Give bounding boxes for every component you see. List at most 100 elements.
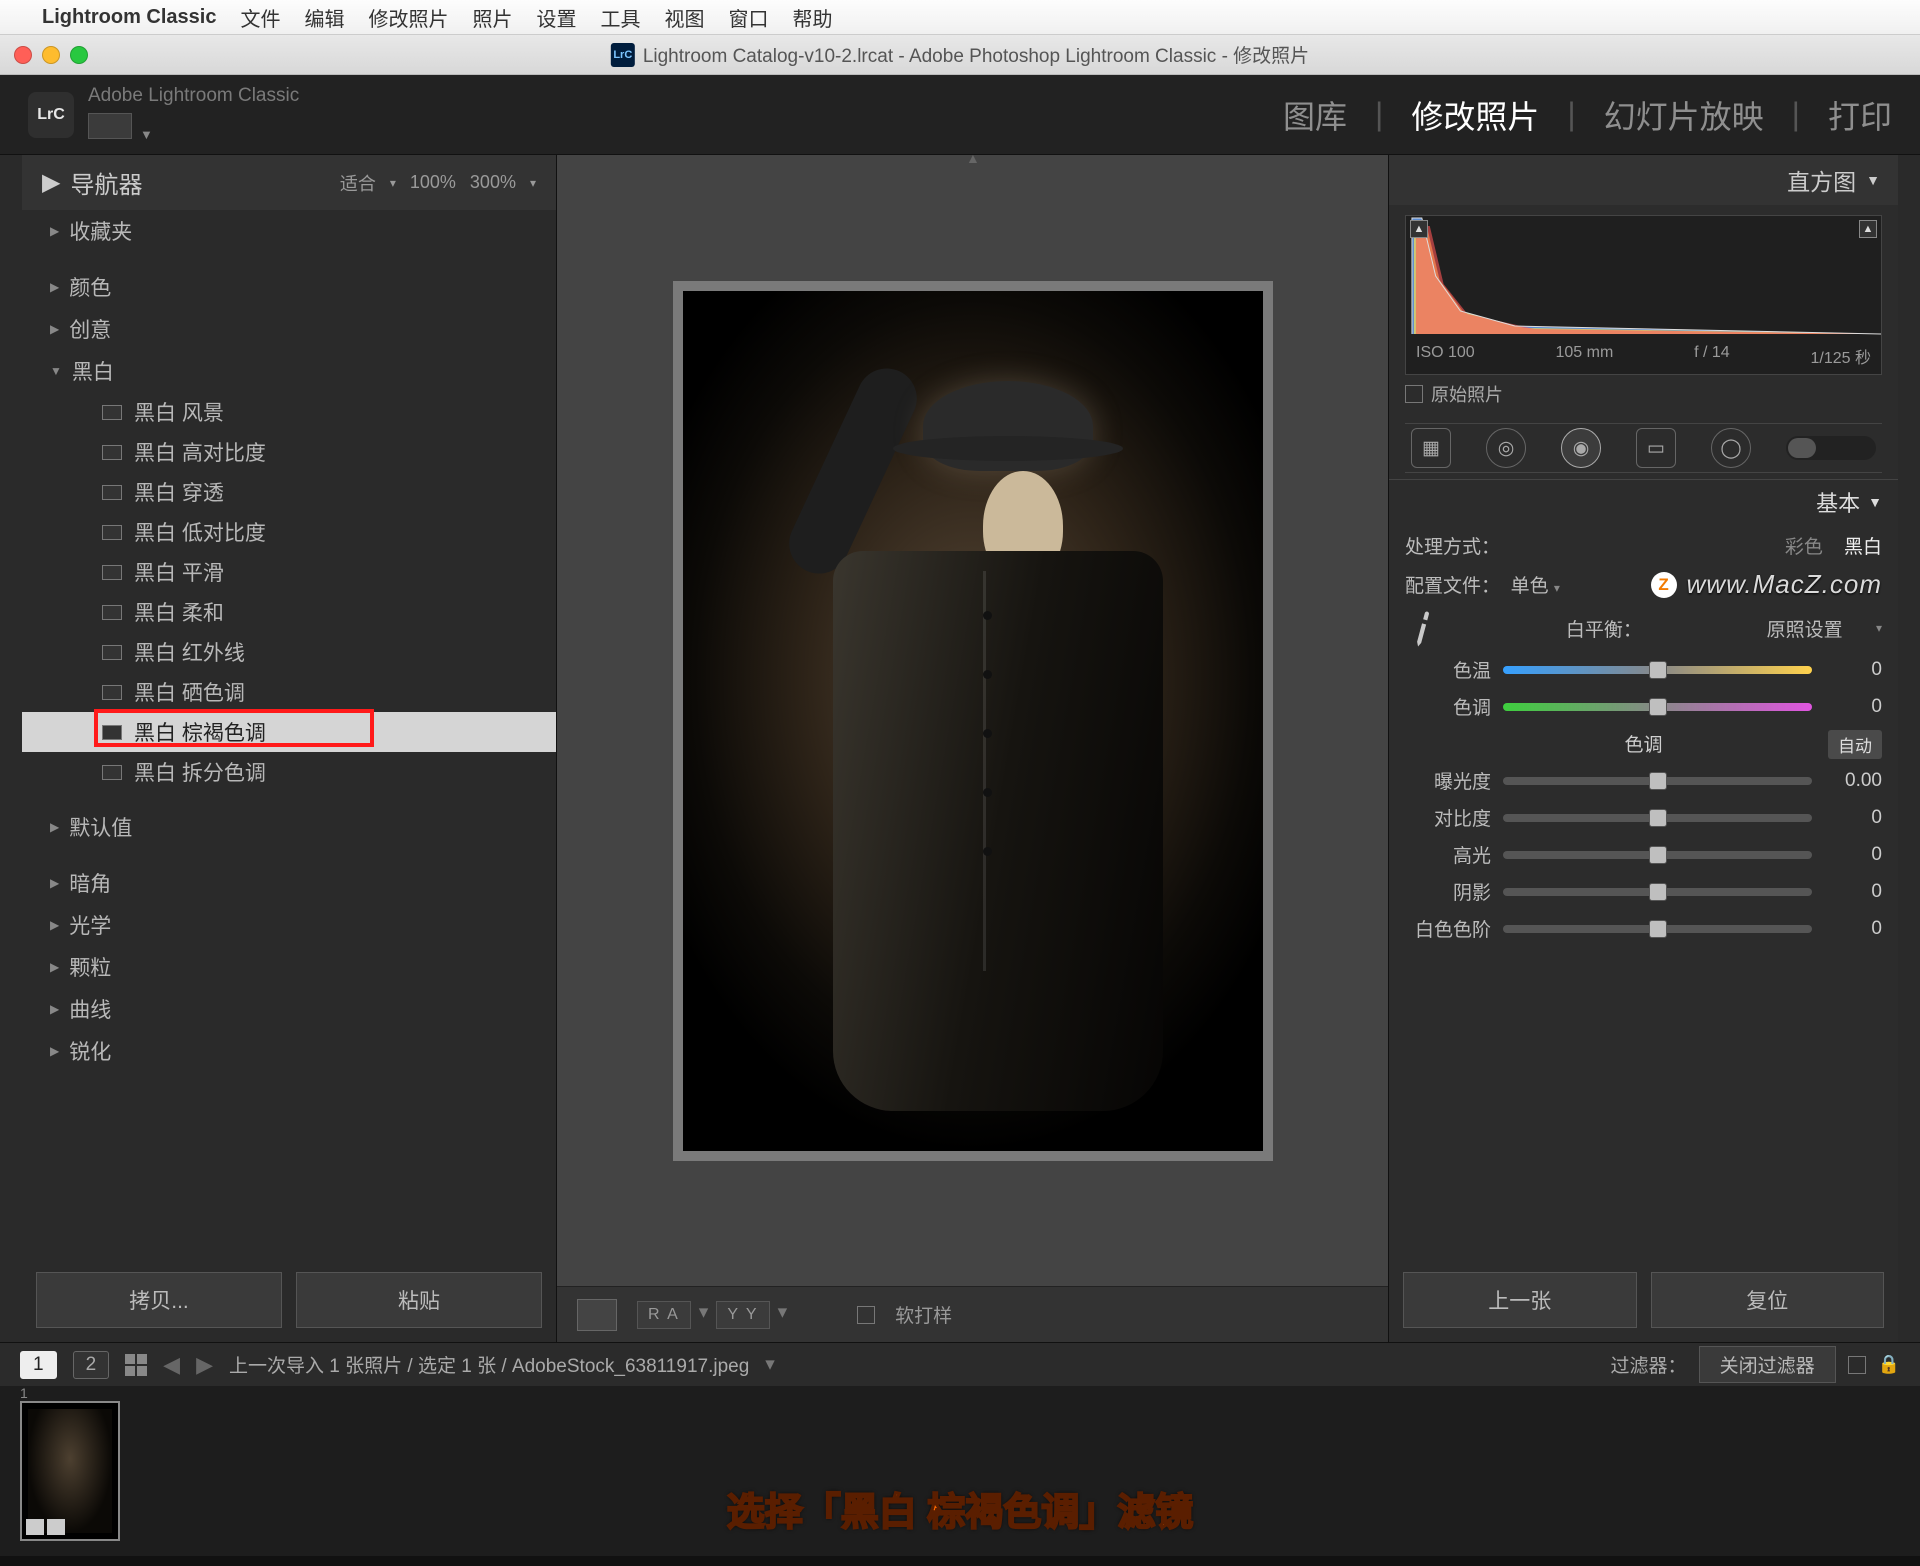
folder-grain[interactable]: 颗粒 — [22, 946, 556, 988]
histogram-header[interactable]: 直方图▼ — [1389, 155, 1898, 205]
left-rail[interactable] — [0, 155, 22, 1342]
folder-vignette[interactable]: 暗角 — [22, 862, 556, 904]
module-slideshow[interactable]: 幻灯片放映 — [1604, 92, 1764, 138]
breadcrumb[interactable]: 上一次导入 1 张照片 / 选定 1 张 / AdobeStock_638119… — [229, 1351, 749, 1378]
module-develop[interactable]: 修改照片 — [1411, 92, 1539, 138]
reset-button[interactable]: 复位 — [1651, 1272, 1885, 1328]
preset-item[interactable]: 黑白 低对比度 — [22, 512, 556, 552]
redeye-tool-icon[interactable]: ◉ — [1561, 428, 1601, 468]
preset-item[interactable]: 黑白 拆分色调 — [22, 752, 556, 792]
folder-curves[interactable]: 曲线 — [22, 988, 556, 1030]
basic-panel-header[interactable]: 基本▼ — [1389, 479, 1898, 524]
secondary-toolbar: 1 2 ◀ ▶ 上一次导入 1 张照片 / 选定 1 张 / AdobeStoc… — [0, 1342, 1920, 1386]
crop-tool-icon[interactable]: ▦ — [1411, 428, 1451, 468]
menu-window[interactable]: 窗口 — [728, 3, 768, 32]
slider-exposure[interactable]: 曝光度 0.00 — [1405, 767, 1882, 794]
window-titlebar: LrC Lightroom Catalog-v10-2.lrcat - Adob… — [0, 35, 1920, 75]
slider-tint[interactable]: 色调 0 — [1405, 693, 1882, 720]
mask-brush-toggle[interactable] — [1786, 436, 1876, 460]
zoom-window-button[interactable] — [70, 46, 88, 64]
module-print[interactable]: 打印 — [1828, 92, 1892, 138]
menubar-app-name[interactable]: Lightroom Classic — [42, 6, 216, 29]
photo-frame[interactable] — [673, 281, 1273, 1161]
highlight-clip-icon[interactable]: ▲ — [1859, 220, 1877, 238]
folder-defaults[interactable]: 默认值 — [22, 806, 556, 848]
menu-edit[interactable]: 编辑 — [304, 3, 344, 32]
zoom-fit[interactable]: 适合 — [340, 170, 376, 196]
grid-view-icon[interactable] — [125, 1354, 147, 1376]
treatment-bw[interactable]: 黑白 — [1844, 537, 1882, 558]
navigator-disclosure-icon[interactable]: ▶ — [42, 168, 60, 197]
identity-plate-menu-icon[interactable]: ▼ — [140, 127, 153, 142]
preset-item[interactable]: 黑白 红外线 — [22, 632, 556, 672]
filter-flag-icon[interactable] — [1848, 1356, 1866, 1374]
preset-item[interactable]: 黑白 柔和 — [22, 592, 556, 632]
panel-collapse-top-icon[interactable]: ▼ — [966, 152, 980, 168]
before-after-yy-button[interactable]: Y Y — [716, 1301, 769, 1329]
auto-tone-button[interactable]: 自动 — [1828, 730, 1882, 759]
filter-bar-label: 过滤器： — [1611, 1351, 1687, 1378]
menu-help[interactable]: 帮助 — [792, 3, 832, 32]
preset-item[interactable]: 黑白 风景 — [22, 392, 556, 432]
spot-tool-icon[interactable]: ◎ — [1486, 428, 1526, 468]
preset-item[interactable]: 黑白 高对比度 — [22, 432, 556, 472]
wb-value[interactable]: 原照设置 — [1767, 615, 1843, 642]
radial-tool-icon[interactable]: ◯ — [1711, 428, 1751, 468]
filmstrip[interactable]: 1 选择「黑白 棕褐色调」滤镜 — [0, 1386, 1920, 1556]
tone-section-title: 色调 — [1624, 735, 1662, 756]
softproof-checkbox[interactable] — [857, 1306, 875, 1324]
module-library[interactable]: 图库 — [1283, 92, 1347, 138]
copy-button[interactable]: 拷贝... — [36, 1272, 282, 1328]
before-after-ra-button[interactable]: R A — [637, 1301, 691, 1329]
nav-back-icon[interactable]: ◀ — [163, 1352, 180, 1378]
preset-thumb-icon — [102, 525, 122, 540]
original-photo-checkbox[interactable] — [1405, 385, 1423, 403]
preset-item[interactable]: 黑白 穿透 — [22, 472, 556, 512]
preset-item[interactable]: 黑白 平滑 — [22, 552, 556, 592]
close-window-button[interactable] — [14, 46, 32, 64]
zoom-100[interactable]: 100% — [410, 172, 456, 193]
slider-highlights[interactable]: 高光 0 — [1405, 841, 1882, 868]
preset-thumb-icon — [102, 685, 122, 700]
treatment-color[interactable]: 彩色 — [1785, 537, 1823, 558]
gradient-tool-icon[interactable]: ▭ — [1636, 428, 1676, 468]
nav-forward-icon[interactable]: ▶ — [196, 1352, 213, 1378]
slider-whites[interactable]: 白色色阶 0 — [1405, 915, 1882, 942]
paste-button[interactable]: 粘贴 — [296, 1272, 542, 1328]
slider-shadows[interactable]: 阴影 0 — [1405, 878, 1882, 905]
navigator-header[interactable]: ▶导航器 适合▾ 100% 300%▾ — [22, 155, 556, 210]
loupe-view-button[interactable] — [577, 1299, 617, 1331]
folder-favorites[interactable]: 收藏夹 — [22, 210, 556, 252]
preset-item[interactable]: 黑白 硒色调 — [22, 672, 556, 712]
identity-plate[interactable] — [88, 113, 132, 139]
menu-settings[interactable]: 设置 — [536, 3, 576, 32]
traffic-lights — [14, 46, 88, 64]
module-picker: 图库 | 修改照片 | 幻灯片放映 | 打印 — [1283, 92, 1892, 138]
filter-lock-icon[interactable]: 🔒 — [1878, 1354, 1900, 1375]
menu-view[interactable]: 视图 — [664, 3, 704, 32]
view-2-button[interactable]: 2 — [73, 1351, 110, 1379]
right-rail[interactable] — [1898, 155, 1920, 1342]
minimize-window-button[interactable] — [42, 46, 60, 64]
menu-photo[interactable]: 照片 — [472, 3, 512, 32]
folder-sharpen[interactable]: 锐化 — [22, 1030, 556, 1072]
menu-develop[interactable]: 修改照片 — [368, 3, 448, 32]
view-1-button[interactable]: 1 — [20, 1351, 57, 1379]
previous-button[interactable]: 上一张 — [1403, 1272, 1637, 1328]
filter-select[interactable]: 关闭过滤器 — [1699, 1346, 1836, 1383]
folder-creative[interactable]: 创意 — [22, 308, 556, 350]
preset-item-selected[interactable]: 黑白 棕褐色调 — [22, 712, 556, 752]
folder-bw[interactable]: 黑白 — [22, 350, 556, 392]
shadow-clip-icon[interactable]: ▲ — [1410, 220, 1428, 238]
slider-temp[interactable]: 色温 0 — [1405, 656, 1882, 683]
eyedropper-icon[interactable] — [1398, 603, 1447, 652]
slider-contrast[interactable]: 对比度 0 — [1405, 804, 1882, 831]
folder-optics[interactable]: 光学 — [22, 904, 556, 946]
filmstrip-thumbnail[interactable]: 1 — [20, 1401, 120, 1541]
menu-file[interactable]: 文件 — [240, 3, 280, 32]
folder-color[interactable]: 颜色 — [22, 266, 556, 308]
histogram[interactable]: ▲ ▲ ISO 100 105 mm f / 14 1/125 秒 — [1405, 215, 1882, 375]
menu-tools[interactable]: 工具 — [600, 3, 640, 32]
profile-value[interactable]: 单色 — [1511, 576, 1549, 597]
zoom-300[interactable]: 300% — [470, 172, 516, 193]
